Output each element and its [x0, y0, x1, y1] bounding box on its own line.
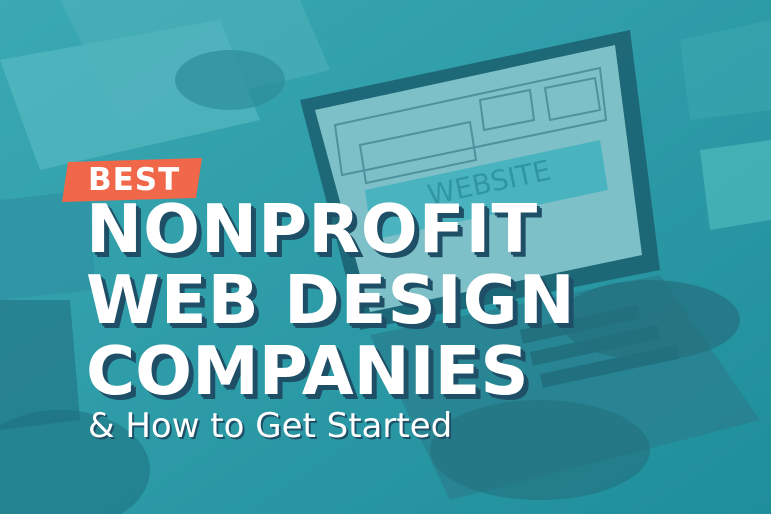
- headline-line-3: COMPANIES: [86, 332, 529, 410]
- headline-subtitle: & How to Get Started: [88, 406, 453, 446]
- headline-line-1: NONPROFIT: [86, 190, 539, 268]
- headline-line-2: WEB DESIGN: [86, 261, 576, 339]
